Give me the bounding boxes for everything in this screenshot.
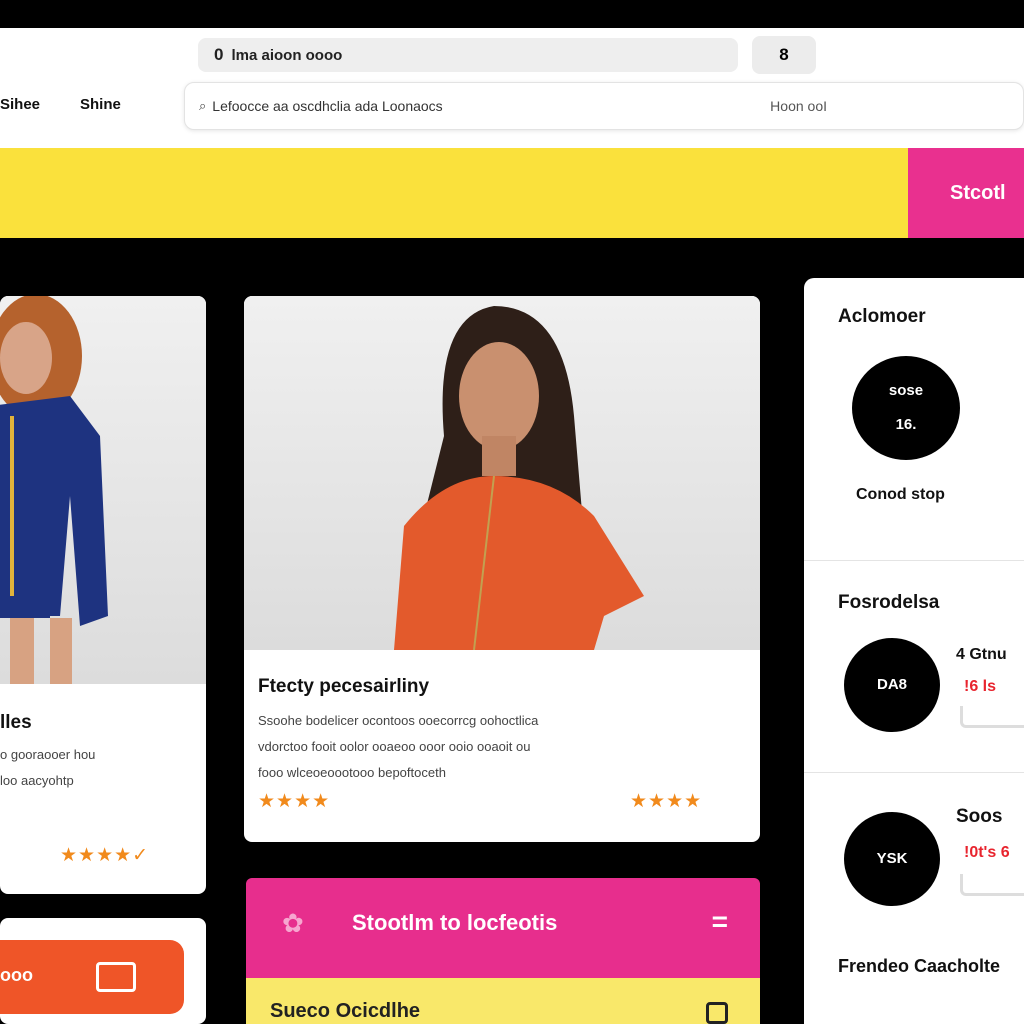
cart-icon — [96, 962, 136, 992]
menu-icon[interactable]: = — [712, 906, 728, 938]
sidebar: Aclomoer sose 16. Conod stop Fosrodelsa … — [804, 278, 1024, 1024]
sidebar-line-2: 4 Gtnu — [956, 646, 1007, 663]
promo-sub-bar[interactable]: Sueco Ocicdlhe — [246, 978, 760, 1024]
sidebar-caption-1[interactable]: Conod stop — [856, 486, 945, 504]
address-bar[interactable]: 0 lma aioon oooo — [198, 38, 738, 72]
card-desc-1-line-1: o gooraooer hou — [0, 747, 96, 762]
sidebar-footer[interactable]: Frendeo Caacholte — [838, 956, 1000, 977]
search-icon: ⌕ — [199, 98, 207, 113]
checkbox-icon[interactable] — [706, 1002, 728, 1024]
search-text: Lefoocce aa oscdhclia ada Loonaocs — [212, 98, 443, 114]
address-text: lma aioon oooo — [231, 46, 343, 64]
sidebar-title-3: Soos — [956, 806, 1003, 827]
model-illustration-1 — [0, 296, 108, 684]
sidebar-title-2: Fosrodelsa — [838, 592, 940, 613]
badge-circle-1-line-2: 16. — [895, 416, 917, 433]
sidebar-price-2: !6 ls — [964, 678, 997, 695]
promo-sub-label: Sueco Ocicdlhe — [270, 1000, 421, 1022]
card-desc-2-line-3: fooo wlceoeoootooo bepoftoceth — [258, 765, 446, 780]
card-desc-1: o gooraooer hou loo aacyohtp — [0, 742, 95, 794]
promo-label: Stootlm to locfeotis — [352, 910, 558, 935]
tab-count-button[interactable]: 8 — [752, 36, 816, 74]
sidebar-field-2[interactable] — [960, 706, 1024, 728]
card-rating-2-right: ★★★★ — [630, 791, 703, 812]
search-right-label: Hoon ooI — [770, 98, 827, 114]
card-title-1: lles — [0, 712, 32, 733]
search-input[interactable]: ⌕ Lefoocce aa oscdhclia ada Loonaocs Hoo… — [184, 82, 1024, 130]
card-rating-1: ★★★★✓ — [60, 845, 150, 866]
nav-link-1[interactable]: Sihee — [0, 96, 40, 113]
flower-icon: ✿ — [282, 908, 304, 938]
cta-button[interactable]: ooo — [0, 940, 184, 1014]
sidebar-title-1: Aclomoer — [838, 306, 926, 327]
cta-label: ooo — [0, 965, 33, 985]
sidebar-divider-2 — [804, 772, 1024, 773]
product-card-2[interactable]: Ftecty pecesairliny Ssoohe bodelicer oco… — [244, 296, 760, 842]
card-title-2: Ftecty pecesairliny — [258, 676, 430, 697]
sidebar-price-3: !0t's 6 — [964, 844, 1010, 861]
card-desc-2-line-2: vdorctoo fooit oolor ooaeoo ooor ooio oo… — [258, 739, 531, 754]
badge-circle-1-line-1: sose — [888, 382, 924, 399]
card-rating-2-left: ★★★★ — [258, 791, 331, 812]
badge-circle-2[interactable]: DA8 — [844, 638, 940, 732]
nav-link-2[interactable]: Shine — [80, 96, 121, 113]
sidebar-field-3[interactable] — [960, 874, 1024, 896]
sidebar-divider-1 — [804, 560, 1024, 561]
product-card-1[interactable]: lles o gooraooer hou loo aacyohtp ★★★★✓ — [0, 296, 206, 894]
product-photo-1 — [0, 296, 206, 684]
site-icon: 0 — [214, 45, 224, 64]
model-illustration-2 — [394, 306, 644, 651]
banner-button[interactable]: Stcotl — [908, 148, 1024, 238]
card-desc-2-line-1: Ssoohe bodelicer ocontoos ooecorrcg ooho… — [258, 713, 539, 728]
promo-banner — [0, 148, 910, 238]
card-desc-1-line-2: loo aacyohtp — [0, 773, 74, 788]
badge-circle-1[interactable]: sose 16. — [852, 356, 960, 460]
card-desc-2: Ssoohe bodelicer ocontoos ooecorrcg ooho… — [258, 708, 538, 786]
product-photo-2 — [244, 296, 760, 651]
promo-bar[interactable]: ✿ Stootlm to locfeotis = — [246, 878, 760, 978]
badge-circle-3[interactable]: YSK — [844, 812, 940, 906]
